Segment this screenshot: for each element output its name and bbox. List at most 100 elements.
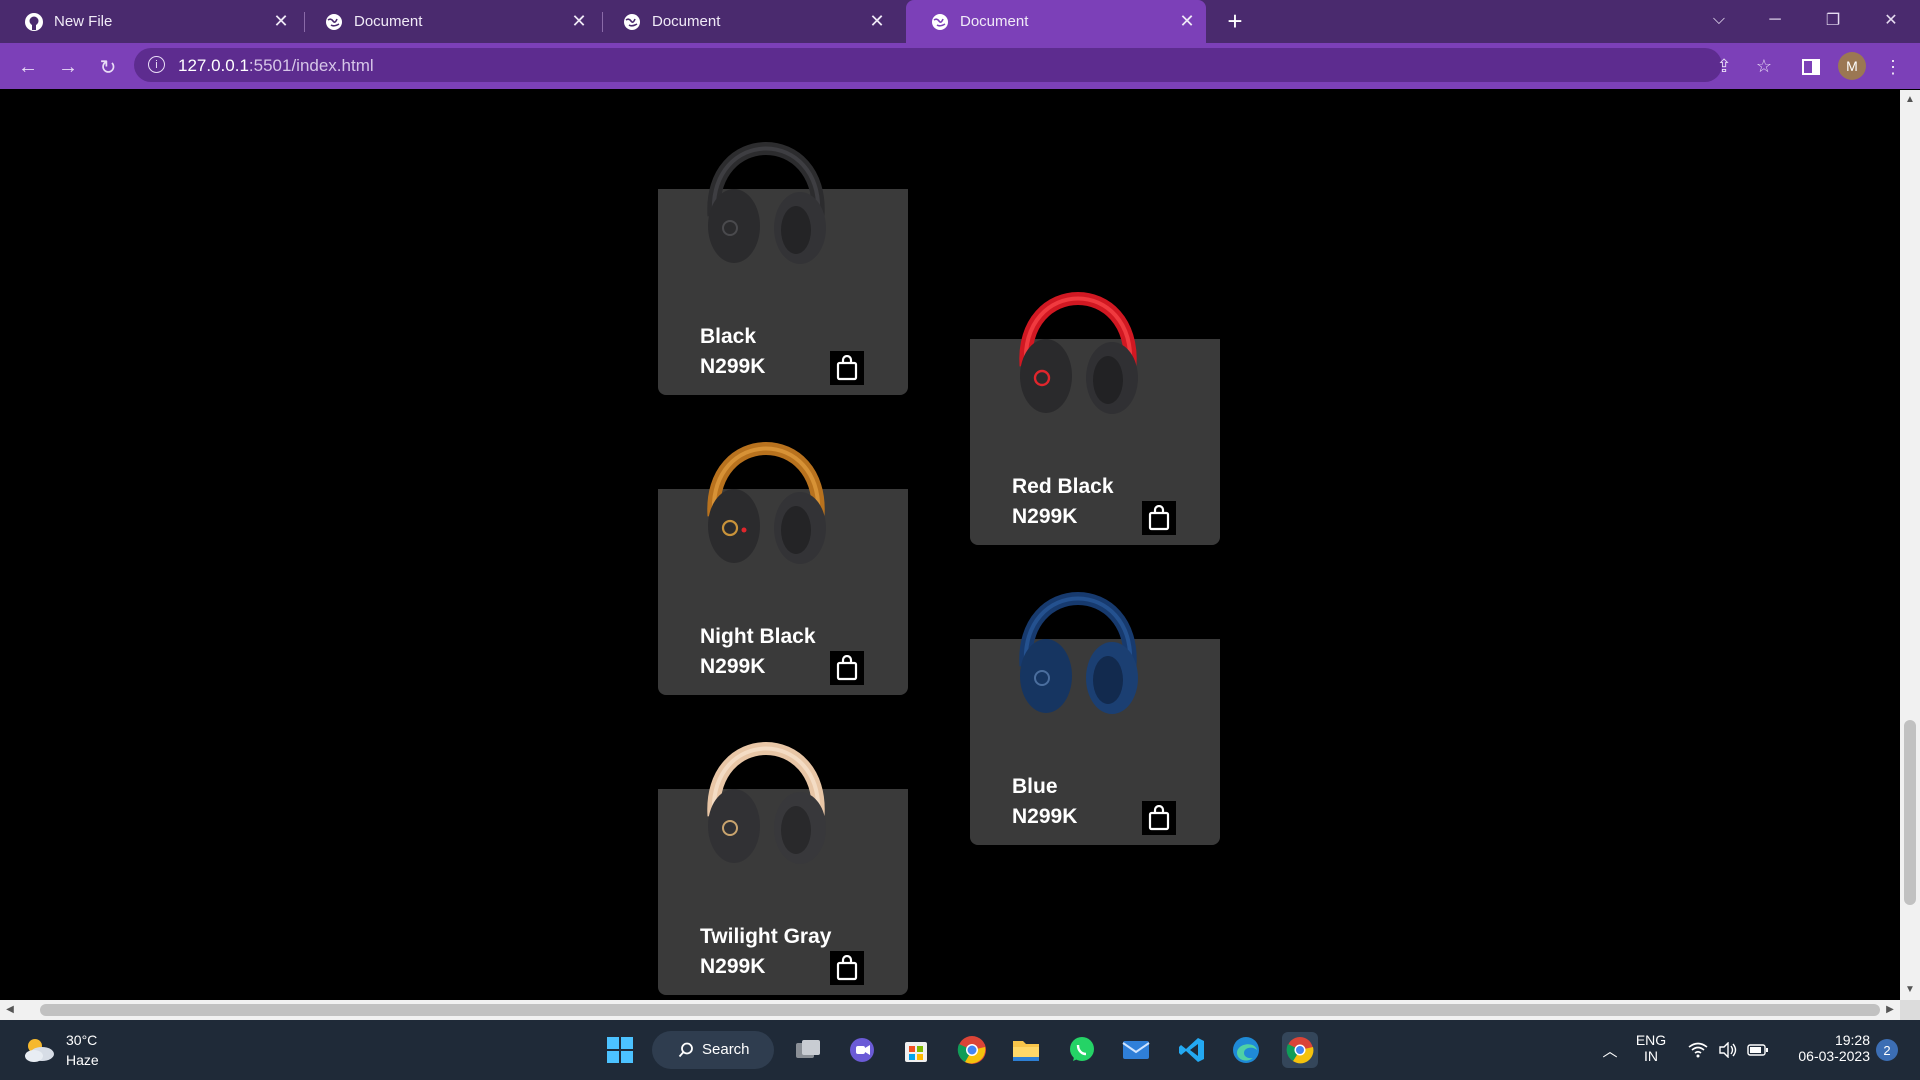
windows-logo-icon [607, 1037, 633, 1063]
vertical-scrollbar[interactable]: ▲ ▼ [1900, 90, 1920, 1000]
windows-taskbar: 30°C Haze Search ︿ ENG IN 19:28 06-03-20… [0, 1020, 1920, 1080]
minimize-button[interactable]: ─ [1748, 0, 1802, 40]
headphone-image-black [707, 142, 826, 264]
address-bar[interactable]: i 127.0.0.1:5501/index.html ⇪ ☆ [134, 48, 1772, 82]
shopping-bag-icon [836, 655, 858, 681]
chrome-app-icon[interactable] [954, 1032, 990, 1068]
tab-title: Document [652, 13, 721, 30]
notification-badge[interactable]: 2 [1876, 1039, 1898, 1061]
weather-description[interactable]: Haze [66, 1052, 99, 1068]
close-tab-icon[interactable]: ✕ [1176, 11, 1198, 33]
shopping-bag-icon [1148, 805, 1170, 831]
tab-title: Document [960, 13, 1029, 30]
region-code: IN [1644, 1048, 1658, 1064]
tab-title: Document [354, 13, 423, 30]
close-tab-icon[interactable]: ✕ [866, 11, 888, 33]
scrollbar-corner [1900, 1000, 1920, 1020]
close-tab-icon[interactable]: ✕ [270, 11, 292, 33]
scroll-right-arrow-icon[interactable]: ▶ [1884, 1004, 1896, 1016]
close-window-button[interactable]: ✕ [1864, 0, 1918, 40]
horizontal-scrollbar[interactable]: ◀ ▶ [0, 1000, 1900, 1020]
clock[interactable]: 19:28 06-03-2023 [1780, 1032, 1870, 1064]
shopping-bag-icon [836, 955, 858, 981]
weather-haze-icon[interactable] [22, 1036, 56, 1064]
new-tab-button[interactable]: + [1220, 6, 1250, 36]
headphone-image-night-black [707, 442, 826, 564]
menu-kebab-icon[interactable]: ⋮ [1878, 52, 1908, 82]
edge-icon[interactable] [1228, 1032, 1264, 1068]
scrollbar-thumb[interactable] [1904, 720, 1916, 905]
github-icon [24, 12, 44, 32]
product-price: N299K [700, 355, 766, 378]
product-price: N299K [1012, 505, 1078, 528]
site-info-icon[interactable]: i [148, 56, 165, 73]
share-icon[interactable]: ⇪ [1712, 54, 1736, 78]
side-panel-icon[interactable] [1796, 52, 1826, 82]
tab-document-1[interactable]: Document ✕ [300, 0, 598, 43]
globe-icon [930, 12, 950, 32]
product-name: Black [700, 325, 757, 348]
url-host: 127.0.0.1 [178, 56, 249, 75]
headphone-image-red-black [1019, 292, 1138, 414]
tab-document-2[interactable]: Document ✕ [598, 0, 896, 43]
scroll-up-arrow-icon[interactable]: ▲ [1904, 94, 1916, 106]
add-to-cart-button[interactable] [1142, 501, 1176, 535]
product-price: N299K [700, 655, 766, 678]
tab-document-active[interactable]: Document ✕ [906, 0, 1206, 43]
teams-chat-icon[interactable] [844, 1032, 880, 1068]
wifi-icon[interactable] [1686, 1038, 1710, 1062]
product-price: N299K [1012, 805, 1078, 828]
bookmark-star-icon[interactable]: ☆ [1752, 54, 1776, 78]
search-label: Search [702, 1041, 750, 1058]
profile-avatar[interactable]: M [1838, 52, 1866, 80]
language-indicator[interactable]: ENG IN [1628, 1032, 1674, 1064]
globe-icon [324, 12, 344, 32]
tab-title: New File [54, 13, 113, 30]
headphone-image-blue [1019, 592, 1138, 714]
page-viewport: Black N299K Red Black N299K Night Black … [0, 90, 1900, 1000]
search-icon [678, 1042, 693, 1058]
taskbar-search-box[interactable]: Search [652, 1031, 774, 1069]
scroll-down-arrow-icon[interactable]: ▼ [1904, 984, 1916, 996]
tab-new-file[interactable]: New File ✕ [0, 0, 300, 43]
volume-icon[interactable] [1716, 1038, 1740, 1062]
product-name: Red Black [1012, 475, 1114, 498]
add-to-cart-button[interactable] [830, 351, 864, 385]
clock-date: 06-03-2023 [1798, 1048, 1870, 1064]
reload-button[interactable]: ↻ [92, 51, 124, 83]
browser-tab-bar: New File ✕ Document ✕ Document ✕ Documen… [0, 0, 1920, 43]
show-hidden-icons-chevron-icon[interactable]: ︿ [1598, 1038, 1622, 1062]
add-to-cart-button[interactable] [830, 651, 864, 685]
mail-icon[interactable] [1118, 1032, 1154, 1068]
scroll-left-arrow-icon[interactable]: ◀ [4, 1004, 16, 1016]
shopping-bag-icon [1148, 505, 1170, 531]
weather-temperature[interactable]: 30°C [66, 1032, 97, 1048]
restore-button[interactable]: ❐ [1806, 0, 1860, 40]
product-name: Night Black [700, 625, 816, 648]
url-path: :5501/index.html [248, 56, 374, 75]
file-explorer-icon[interactable] [1008, 1032, 1044, 1068]
product-name: Twilight Gray [700, 925, 832, 948]
scrollbar-thumb[interactable] [40, 1004, 1880, 1016]
add-to-cart-button[interactable] [1142, 801, 1176, 835]
browser-toolbar: ← → ↻ i 127.0.0.1:5501/index.html ⇪ ☆ [0, 43, 1920, 89]
product-price: N299K [700, 955, 766, 978]
add-to-cart-button[interactable] [830, 951, 864, 985]
forward-button[interactable]: → [52, 51, 84, 83]
start-button[interactable] [602, 1032, 638, 1068]
chrome-profile-app-icon[interactable] [1282, 1032, 1318, 1068]
vscode-icon[interactable] [1174, 1032, 1210, 1068]
whatsapp-icon[interactable] [1064, 1032, 1100, 1068]
language-code: ENG [1635, 1032, 1667, 1048]
clock-time: 19:28 [1834, 1032, 1870, 1048]
battery-icon[interactable] [1746, 1038, 1770, 1062]
product-name: Blue [1012, 775, 1058, 798]
globe-icon [622, 12, 642, 32]
tab-search-chevron-icon[interactable]: ⌵ [1692, 0, 1746, 40]
microsoft-store-icon[interactable] [898, 1032, 934, 1068]
shopping-bag-icon [836, 355, 858, 381]
task-view-icon[interactable] [790, 1032, 826, 1068]
url-text: 127.0.0.1:5501/index.html [178, 56, 374, 76]
back-button[interactable]: ← [12, 51, 44, 83]
close-tab-icon[interactable]: ✕ [568, 11, 590, 33]
